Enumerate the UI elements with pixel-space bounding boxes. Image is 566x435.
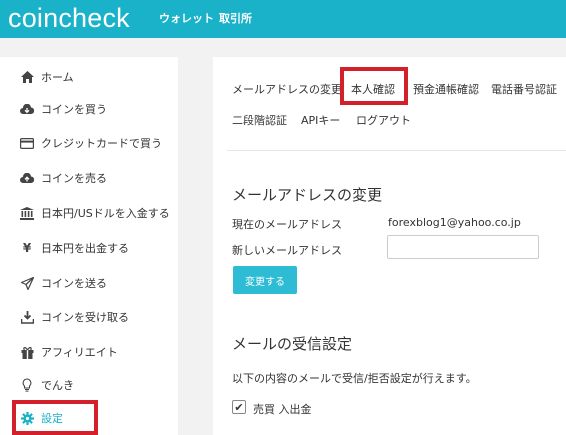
- download-icon: [20, 310, 34, 324]
- gear-icon: [20, 411, 34, 425]
- nav-exchange[interactable]: 取引所: [219, 10, 252, 26]
- top-header: coincheck ウォレット 取引所: [0, 0, 566, 38]
- sidebar-item-sell-coin[interactable]: コインを売る: [0, 163, 178, 193]
- sidebar-item-label: 日本円/USドルを入金する: [41, 207, 170, 220]
- home-icon: [20, 70, 34, 84]
- yen-icon: ¥: [22, 241, 32, 255]
- receive-description: 以下の内容のメールで受信/拒否設定が行えます。: [232, 372, 477, 385]
- cloud-upload-icon: [20, 171, 34, 185]
- checkmark-icon: ✔: [234, 400, 244, 414]
- sidebar-item-send-coin[interactable]: コインを送る: [0, 268, 178, 298]
- credit-card-icon: [20, 136, 34, 150]
- coincheck-logo[interactable]: coincheck: [8, 3, 130, 34]
- sidebar-item-label: コインを買う: [41, 103, 107, 116]
- email-section-title: メールアドレスの変更: [232, 186, 383, 204]
- change-email-button[interactable]: 変更する: [233, 266, 297, 294]
- receive-section-title: メールの受信設定: [232, 335, 353, 353]
- sidebar-item-affiliate[interactable]: アフィリエイト: [0, 337, 178, 367]
- sidebar-item-withdraw[interactable]: ¥ 日本円を出金する: [0, 233, 178, 263]
- gift-icon: [20, 345, 34, 359]
- checkbox-label: 売買 入出金: [253, 403, 312, 416]
- new-email-label: 新しいメールアドレス: [232, 244, 342, 257]
- sidebar-item-label: でんき: [41, 379, 74, 392]
- sidebar-item-buy-coin[interactable]: コインを買う: [0, 94, 178, 124]
- sidebar-item-home[interactable]: ホーム: [0, 62, 178, 92]
- sidebar-item-label: コインを受け取る: [41, 311, 129, 324]
- trade-deposit-checkbox[interactable]: ✔: [232, 400, 246, 414]
- tab-email-change[interactable]: メールアドレスの変更: [232, 81, 342, 97]
- tab-two-factor[interactable]: 二段階認証: [232, 112, 287, 128]
- sidebar-item-label: アフィリエイト: [41, 346, 118, 359]
- send-icon: [20, 276, 34, 290]
- sidebar-item-label: ホーム: [41, 71, 74, 84]
- divider: [227, 150, 566, 151]
- tab-api-key[interactable]: APIキー: [301, 112, 340, 128]
- sidebar-item-receive-coin[interactable]: コインを受け取る: [0, 302, 178, 332]
- bank-icon: [20, 206, 34, 220]
- sidebar-item-label: 日本円を出金する: [41, 242, 129, 255]
- sidebar-item-label: コインを売る: [41, 172, 107, 185]
- current-email-value: forexblog1@yahoo.co.jp: [388, 216, 521, 229]
- lightbulb-icon: [20, 378, 34, 392]
- tab-logout[interactable]: ログアウト: [356, 112, 411, 128]
- sidebar-item-settings[interactable]: 設定: [0, 403, 178, 433]
- sidebar-item-label: 設定: [41, 412, 63, 425]
- cloud-download-icon: [20, 102, 34, 116]
- sidebar-item-deposit[interactable]: 日本円/USドルを入金する: [0, 198, 178, 228]
- new-email-field[interactable]: [387, 235, 539, 259]
- sidebar-item-label: コインを送る: [41, 277, 107, 290]
- sidebar-item-credit-card[interactable]: クレジットカードで買う: [0, 128, 178, 158]
- sidebar-item-label: クレジットカードで買う: [41, 137, 162, 150]
- nav-wallet[interactable]: ウォレット: [159, 10, 214, 26]
- current-email-label: 現在のメールアドレス: [232, 218, 342, 231]
- sidebar-item-denki[interactable]: でんき: [0, 370, 178, 400]
- tab-identity-verification[interactable]: 本人確認: [351, 81, 395, 97]
- tab-phone-verification[interactable]: 電話番号認証: [491, 81, 557, 97]
- sidebar: ホーム コインを買う クレジットカードで買う コインを売る 日本円/USドルを入…: [0, 57, 178, 435]
- tab-bankbook-verification[interactable]: 預金通帳確認: [413, 81, 479, 97]
